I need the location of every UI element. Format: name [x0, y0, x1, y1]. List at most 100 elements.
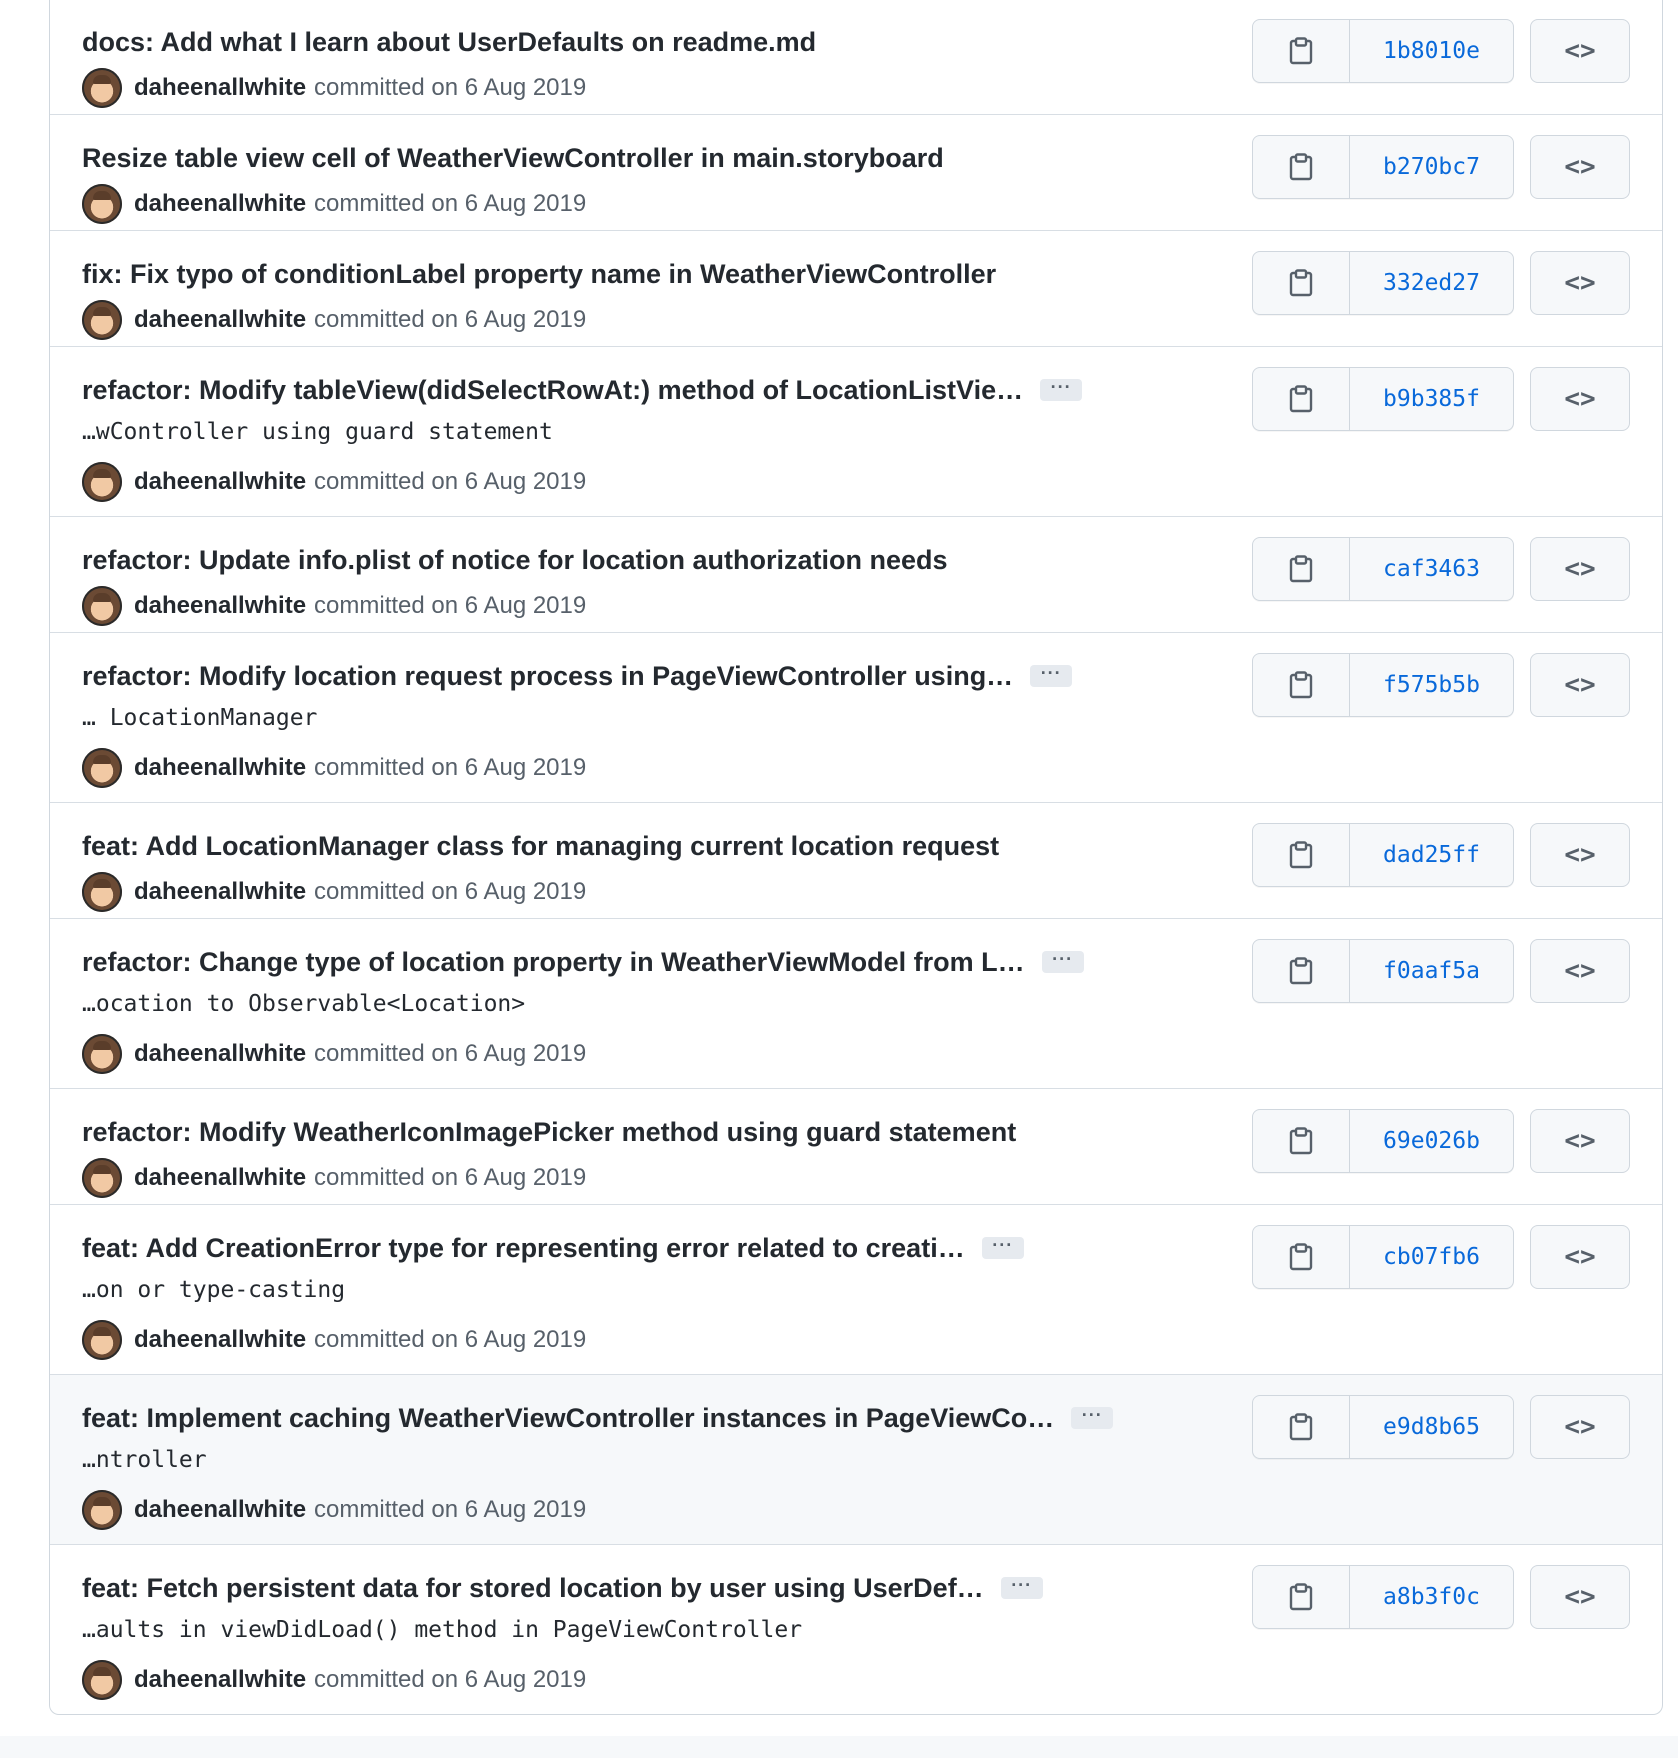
expand-description-button[interactable]: ···: [981, 1236, 1024, 1259]
author-link[interactable]: daheenallwhite: [134, 468, 306, 496]
browse-repo-button[interactable]: <>: [1530, 1565, 1630, 1629]
commit-title-link[interactable]: feat: Add CreationError type for represe…: [82, 1233, 965, 1264]
commit-sha-link[interactable]: cb07fb6: [1350, 1226, 1513, 1288]
copy-sha-button[interactable]: [1253, 1226, 1350, 1288]
sha-button-group: 69e026b: [1252, 1109, 1514, 1173]
browse-repo-button[interactable]: <>: [1530, 367, 1630, 431]
commit-sha-link[interactable]: e9d8b65: [1350, 1396, 1513, 1458]
author-avatar[interactable]: [82, 1320, 122, 1360]
commit-sha-link[interactable]: a8b3f0c: [1350, 1566, 1513, 1628]
code-icon: <>: [1564, 554, 1596, 584]
browse-repo-button[interactable]: <>: [1530, 1395, 1630, 1459]
commit-sha-link[interactable]: 69e026b: [1350, 1110, 1513, 1172]
browse-repo-button[interactable]: <>: [1530, 939, 1630, 1003]
author-avatar[interactable]: [82, 184, 122, 224]
browse-repo-button[interactable]: <>: [1530, 823, 1630, 887]
copy-sha-button[interactable]: [1253, 368, 1350, 430]
commit-sha-link[interactable]: f575b5b: [1350, 654, 1513, 716]
commit-sha-link[interactable]: b270bc7: [1350, 136, 1513, 198]
browse-repo-button[interactable]: <>: [1530, 537, 1630, 601]
expand-description-button[interactable]: ···: [1000, 1576, 1043, 1599]
copy-sha-button[interactable]: [1253, 136, 1350, 198]
commit-title-link[interactable]: refactor: Modify WeatherIconImagePicker …: [82, 1117, 1016, 1148]
copy-sha-button[interactable]: [1253, 1396, 1350, 1458]
commit-row: refactor: Modify WeatherIconImagePicker …: [50, 1088, 1662, 1204]
commit-row: refactor: Change type of location proper…: [50, 918, 1662, 1088]
commit-row: feat: Fetch persistent data for stored l…: [50, 1544, 1662, 1714]
commit-sha-link[interactable]: 332ed27: [1350, 252, 1513, 314]
expand-description-button[interactable]: ···: [1040, 378, 1083, 401]
author-avatar[interactable]: [82, 1158, 122, 1198]
commit-title-link[interactable]: fix: Fix typo of conditionLabel property…: [82, 259, 996, 290]
commit-date: committed on 6 Aug 2019: [314, 468, 587, 495]
copy-sha-button[interactable]: [1253, 654, 1350, 716]
browse-repo-button[interactable]: <>: [1530, 653, 1630, 717]
commit-title-link[interactable]: docs: Add what I learn about UserDefault…: [82, 27, 816, 58]
code-icon: <>: [1564, 36, 1596, 66]
copy-sha-button[interactable]: [1253, 252, 1350, 314]
expand-description-button[interactable]: ···: [1071, 1406, 1114, 1429]
author-link[interactable]: daheenallwhite: [134, 1326, 306, 1354]
commit-date: committed on 6 Aug 2019: [314, 1164, 587, 1191]
author-avatar[interactable]: [82, 1490, 122, 1530]
commit-actions: 332ed27 <>: [1252, 251, 1630, 315]
commit-meta: daheenallwhite committed on 6 Aug 2019: [82, 1659, 1662, 1701]
commit-title-link[interactable]: refactor: Modify tableView(didSelectRowA…: [82, 375, 1023, 406]
author-link[interactable]: daheenallwhite: [134, 878, 306, 906]
commit-title-link[interactable]: refactor: Modify location request proces…: [82, 661, 1013, 692]
browse-repo-button[interactable]: <>: [1530, 1109, 1630, 1173]
expand-description-button[interactable]: ···: [1041, 950, 1084, 973]
clipboard-icon: [1289, 1127, 1313, 1155]
commit-sha-link[interactable]: caf3463: [1350, 538, 1513, 600]
commit-title-link[interactable]: feat: Implement caching WeatherViewContr…: [82, 1403, 1054, 1434]
commit-title-link[interactable]: feat: Fetch persistent data for stored l…: [82, 1573, 984, 1604]
author-link[interactable]: daheenallwhite: [134, 1666, 306, 1694]
author-link[interactable]: daheenallwhite: [134, 592, 306, 620]
code-icon: <>: [1564, 1582, 1596, 1612]
author-link[interactable]: daheenallwhite: [134, 1164, 306, 1192]
commit-row: feat: Implement caching WeatherViewContr…: [50, 1374, 1662, 1544]
author-avatar[interactable]: [82, 300, 122, 340]
author-avatar[interactable]: [82, 586, 122, 626]
browse-repo-button[interactable]: <>: [1530, 1225, 1630, 1289]
author-link[interactable]: daheenallwhite: [134, 754, 306, 782]
commit-sha-link[interactable]: 1b8010e: [1350, 20, 1513, 82]
author-avatar[interactable]: [82, 1034, 122, 1074]
copy-sha-button[interactable]: [1253, 940, 1350, 1002]
author-avatar[interactable]: [82, 68, 122, 108]
expand-description-button[interactable]: ···: [1030, 664, 1073, 687]
clipboard-icon: [1289, 1413, 1313, 1441]
commit-title-link[interactable]: refactor: Change type of location proper…: [82, 947, 1025, 978]
commit-actions: e9d8b65 <>: [1252, 1395, 1630, 1459]
author-link[interactable]: daheenallwhite: [134, 74, 306, 102]
author-avatar[interactable]: [82, 872, 122, 912]
commit-title-link[interactable]: feat: Add LocationManager class for mana…: [82, 831, 999, 862]
commit-sha-link[interactable]: b9b385f: [1350, 368, 1513, 430]
author-link[interactable]: daheenallwhite: [134, 1040, 306, 1068]
author-link[interactable]: daheenallwhite: [134, 306, 306, 334]
commit-date: committed on 6 Aug 2019: [314, 190, 587, 217]
copy-sha-button[interactable]: [1253, 1110, 1350, 1172]
author-link[interactable]: daheenallwhite: [134, 1496, 306, 1524]
clipboard-icon: [1289, 1243, 1313, 1271]
browse-repo-button[interactable]: <>: [1530, 251, 1630, 315]
author-avatar[interactable]: [82, 462, 122, 502]
commit-title-link[interactable]: Resize table view cell of WeatherViewCon…: [82, 143, 944, 174]
commit-date: committed on 6 Aug 2019: [314, 1496, 587, 1523]
code-icon: <>: [1564, 670, 1596, 700]
copy-sha-button[interactable]: [1253, 20, 1350, 82]
sha-button-group: 1b8010e: [1252, 19, 1514, 83]
copy-sha-button[interactable]: [1253, 824, 1350, 886]
author-avatar[interactable]: [82, 748, 122, 788]
copy-sha-button[interactable]: [1253, 1566, 1350, 1628]
commit-title-link[interactable]: refactor: Update info.plist of notice fo…: [82, 545, 948, 576]
copy-sha-button[interactable]: [1253, 538, 1350, 600]
commit-sha-link[interactable]: dad25ff: [1350, 824, 1513, 886]
author-link[interactable]: daheenallwhite: [134, 190, 306, 218]
commit-actions: f575b5b <>: [1252, 653, 1630, 717]
browse-repo-button[interactable]: <>: [1530, 19, 1630, 83]
browse-repo-button[interactable]: <>: [1530, 135, 1630, 199]
commit-sha-link[interactable]: f0aaf5a: [1350, 940, 1513, 1002]
author-avatar[interactable]: [82, 1660, 122, 1700]
commit-row: refactor: Update info.plist of notice fo…: [50, 516, 1662, 632]
